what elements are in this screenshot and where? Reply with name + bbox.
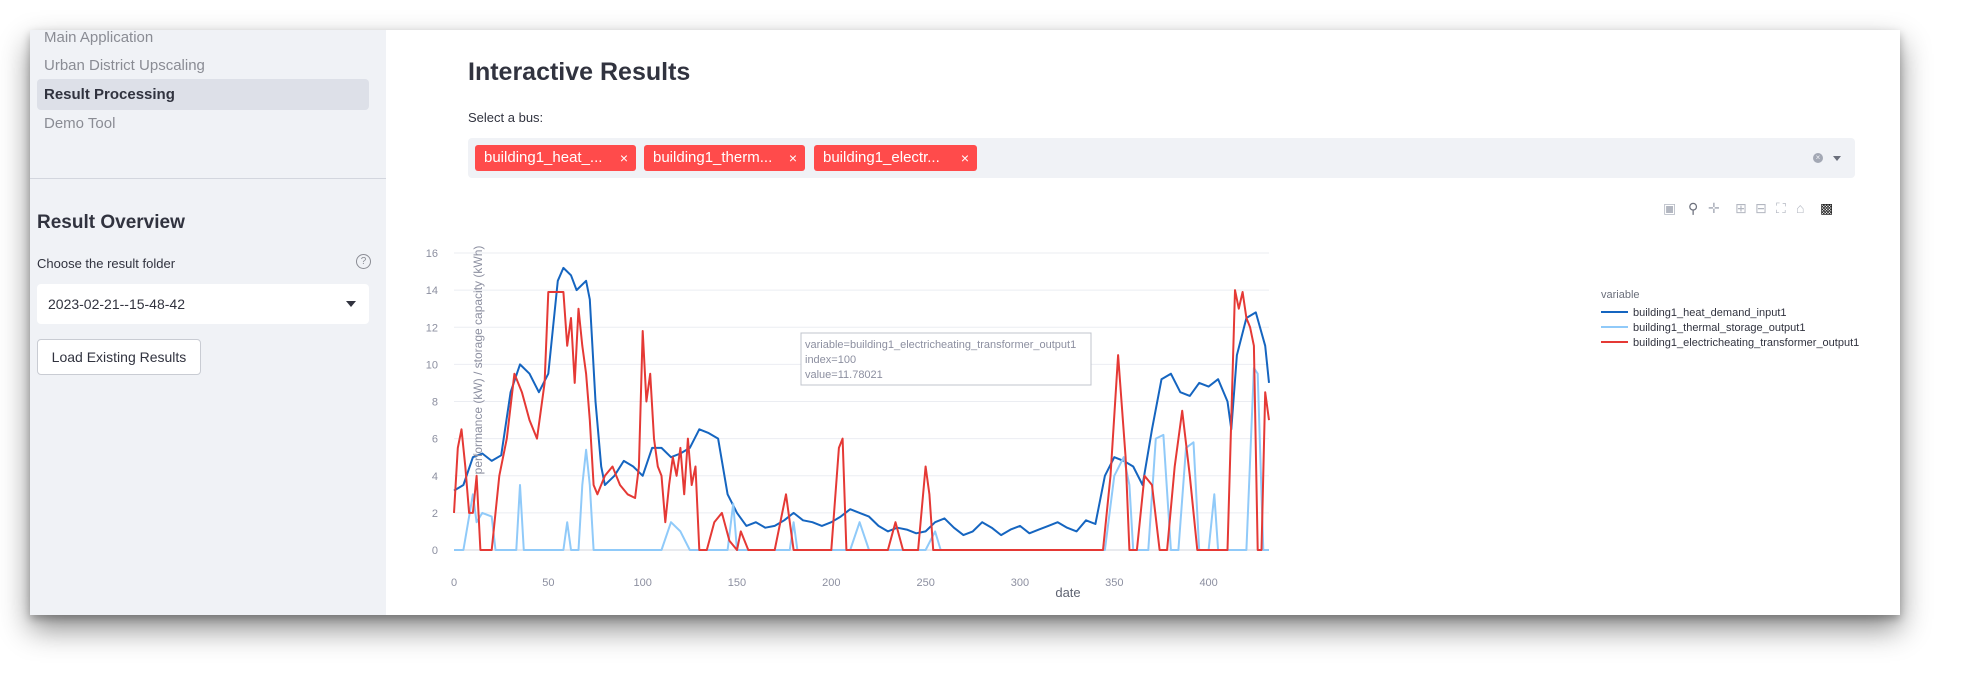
x-tick-label: 100 (633, 577, 651, 589)
legend-item: building1_heat_demand_input1 (1633, 307, 1787, 319)
y-tick-label: 0 (432, 545, 438, 557)
chevron-down-icon (346, 301, 356, 307)
x-axis-ticks: 0 50 100 150 200 250 300 350 400 (451, 577, 1218, 589)
x-tick-label: 250 (916, 577, 934, 589)
y-tick-label: 2 (432, 508, 438, 520)
chart-lines (453, 266, 1270, 551)
y-tick-label: 10 (426, 359, 438, 371)
tooltip-line: value=11.78021 (805, 369, 883, 381)
legend-title: variable (1601, 289, 1640, 301)
y-tick-label: 14 (426, 285, 438, 297)
main-content: Interactive Results Select a bus: buildi… (386, 30, 1900, 615)
series-line (453, 289, 1270, 551)
tooltip-line: index=100 (805, 354, 856, 366)
x-tick-label: 150 (728, 577, 746, 589)
y-axis-label: performance (kW) / storage capacity (kWh… (471, 246, 485, 475)
y-tick-label: 12 (426, 322, 438, 334)
sidebar: Main Application Urban District Upscalin… (30, 30, 386, 615)
hover-tooltip: variable=building1_electricheating_trans… (800, 332, 1092, 386)
x-tick-label: 0 (451, 577, 457, 589)
x-tick-label: 200 (822, 577, 840, 589)
help-icon[interactable]: ? (356, 254, 371, 269)
tooltip-line: variable=building1_electricheating_trans… (805, 339, 1076, 351)
folder-select[interactable]: 2023-02-21--15-48-42 (37, 284, 369, 324)
line-chart: 0 2 4 6 8 10 12 14 16 0 50 100 150 200 250 300 350 400 d… (426, 246, 1860, 600)
folder-select-value: 2023-02-21--15-48-42 (48, 296, 185, 312)
x-tick-label: 50 (542, 577, 554, 589)
app-window: Main Application Urban District Upscalin… (30, 30, 1900, 615)
x-tick-label: 350 (1105, 577, 1123, 589)
x-tick-label: 400 (1199, 577, 1217, 589)
y-tick-label: 6 (432, 434, 438, 446)
sidebar-divider (30, 178, 386, 179)
legend-item: building1_thermal_storage_output1 (1633, 322, 1805, 334)
legend-item: building1_electricheating_transformer_ou… (1633, 337, 1859, 349)
x-tick-label: 300 (1011, 577, 1029, 589)
chart-legend: variable building1_heat_demand_input1bui… (1601, 289, 1859, 349)
x-axis-label: date (1055, 585, 1080, 600)
y-axis-ticks: 0 2 4 6 8 10 12 14 16 (426, 248, 438, 557)
nav-item-demo-tool[interactable]: Demo Tool (37, 108, 369, 139)
y-tick-label: 16 (426, 248, 438, 260)
load-existing-results-button[interactable]: Load Existing Results (37, 339, 201, 375)
nav-item-urban-district-upscaling[interactable]: Urban District Upscaling (37, 50, 369, 81)
sidebar-heading: Result Overview (37, 212, 185, 233)
y-tick-label: 4 (432, 471, 438, 483)
y-tick-label: 8 (432, 397, 438, 409)
folder-label: Choose the result folder (37, 256, 176, 271)
nav-item-result-processing[interactable]: Result Processing (37, 79, 369, 110)
chart-grid (454, 252, 1269, 551)
